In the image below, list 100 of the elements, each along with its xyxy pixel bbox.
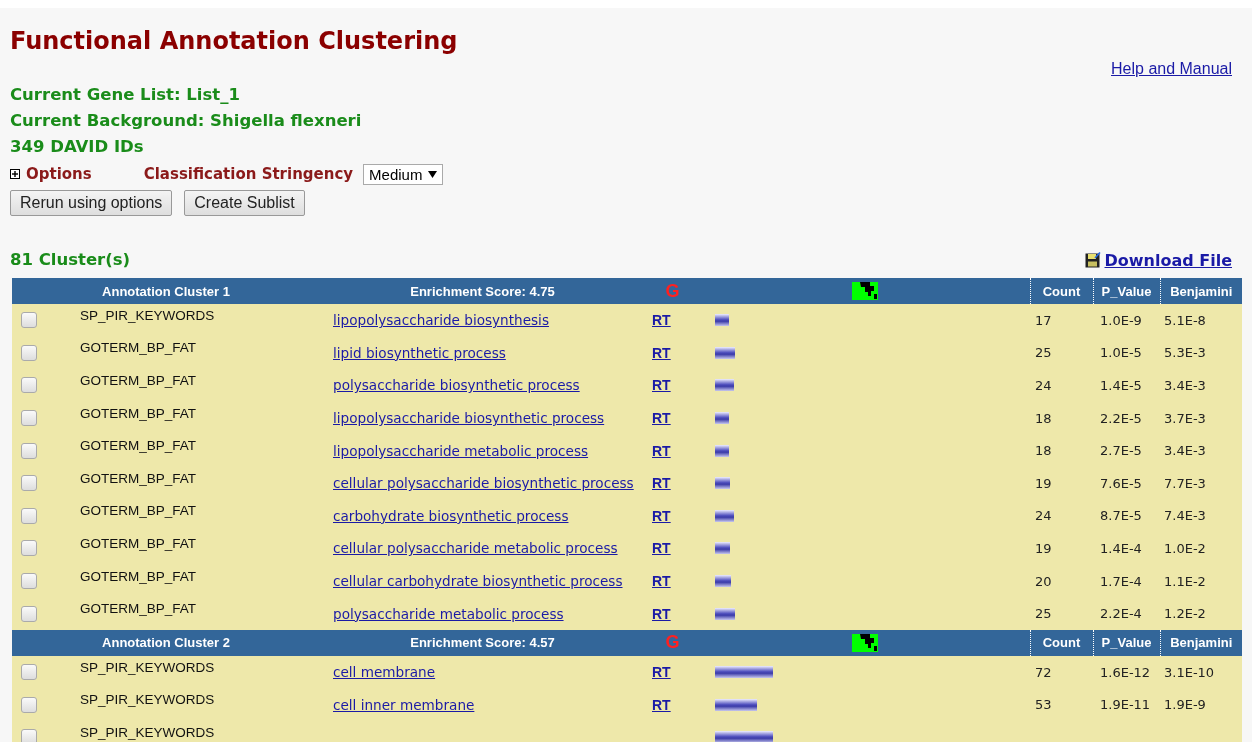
count-value: 18: [1035, 443, 1052, 459]
row-checkbox[interactable]: [21, 312, 37, 329]
category-label: GOTERM_BP_FAT: [80, 373, 197, 388]
rt-link[interactable]: RT: [652, 410, 671, 427]
p-value: 1.0E-9: [1100, 312, 1142, 328]
category-label: SP_PIR_KEYWORDS: [80, 659, 215, 675]
row-checkbox[interactable]: [21, 442, 37, 459]
p-value: 1.4E-4: [1100, 540, 1142, 556]
benjamini-value: 3.1E-10: [1164, 664, 1215, 680]
count-bar: [715, 575, 731, 588]
p-value: 7.6E-5: [1100, 475, 1142, 491]
row-checkbox[interactable]: [21, 573, 37, 590]
count-value: 19: [1035, 540, 1052, 556]
count-value: 17: [1035, 312, 1052, 328]
count-bar: [715, 731, 773, 742]
row-checkbox[interactable]: [21, 475, 37, 492]
row-checkbox[interactable]: [21, 605, 37, 622]
benjamini-value: 5.1E-8: [1164, 312, 1206, 328]
action-button[interactable]: Rerun using options: [10, 190, 173, 216]
row-checkbox[interactable]: [21, 344, 37, 361]
stringency-dropdown[interactable]: Medium: [363, 163, 444, 185]
benjamini-value: 1.9E-9: [1164, 697, 1206, 713]
count-bar: [715, 412, 729, 425]
rt-link[interactable]: RT: [652, 664, 671, 681]
category-label: GOTERM_BP_FAT: [80, 340, 197, 356]
p-value: 1.4E-5: [1100, 378, 1142, 393]
benjamini-value: 7.4E-3: [1164, 508, 1206, 524]
benjamini-value: 1.2E-2: [1164, 606, 1206, 622]
rt-link[interactable]: RT: [652, 540, 671, 557]
count-bar: [715, 444, 729, 457]
column-header: Count: [1042, 635, 1081, 651]
count-value: 53: [1035, 697, 1052, 713]
heatmap-icon[interactable]: [851, 633, 878, 652]
count-bar: [715, 607, 735, 620]
gene-list-label: Current Gene List: List_1: [10, 84, 241, 106]
background-label: Current Background: Shigella flexneri: [10, 110, 363, 132]
p-value: 2.2E-5: [1100, 410, 1142, 426]
category-label: GOTERM_BP_FAT: [80, 568, 197, 584]
benjamini-value: 3.7E-3: [1164, 410, 1206, 426]
action-button[interactable]: Create Sublist: [184, 190, 305, 216]
rt-link[interactable]: RT: [652, 312, 671, 329]
row-checkbox[interactable]: [21, 377, 37, 394]
cluster-count: 81 Cluster(s): [10, 249, 131, 271]
count-bar: [715, 346, 735, 359]
benjamini-value: 5.3E-3: [1164, 345, 1206, 361]
help-link[interactable]: Help and Manual: [1111, 60, 1232, 78]
options-label[interactable]: Options: [26, 165, 92, 183]
p-value: 1.0E-5: [1100, 345, 1142, 361]
benjamini-value: 1.1E-2: [1164, 573, 1206, 589]
row-checkbox[interactable]: [21, 664, 37, 681]
rt-link[interactable]: RT: [652, 475, 671, 492]
row-checkbox[interactable]: [21, 507, 37, 524]
count-value: 20: [1035, 573, 1052, 589]
category-label: GOTERM_BP_FAT: [80, 405, 197, 421]
category-label: GOTERM_BP_FAT: [80, 601, 197, 617]
row-checkbox[interactable]: [21, 729, 37, 742]
term-link[interactable]: cell membrane: [333, 664, 436, 681]
enrichment-score: Enrichment Score: 4.57: [410, 635, 555, 651]
expand-icon[interactable]: [10, 169, 20, 179]
rt-link[interactable]: RT: [652, 605, 671, 622]
column-header: P_Value: [1101, 283, 1152, 299]
enrichment-score: Enrichment Score: 4.75: [410, 283, 555, 299]
row-checkbox[interactable]: [21, 696, 37, 713]
p-value: 2.2E-4: [1100, 606, 1142, 622]
heatmap-icon[interactable]: [851, 282, 878, 300]
column-header: Benjamini: [1170, 283, 1233, 299]
count-bar: [715, 542, 730, 555]
count-value: 19: [1035, 475, 1052, 491]
download-link[interactable]: Download File: [1104, 250, 1232, 270]
count-bar: [715, 314, 729, 327]
page-title: Functional Annotation Clustering: [10, 26, 459, 56]
p-value: 1.7E-4: [1100, 573, 1142, 589]
count-bar: [715, 477, 730, 490]
rt-link[interactable]: RT: [652, 377, 671, 394]
category-label: SP_PIR_KEYWORDS: [80, 307, 215, 323]
benjamini-value: 7.7E-3: [1164, 475, 1206, 491]
category-label: GOTERM_BP_FAT: [80, 535, 197, 551]
column-header: P_Value: [1101, 635, 1152, 651]
p-value: 1.9E-11: [1100, 697, 1151, 713]
count-value: 24: [1035, 508, 1052, 524]
benjamini-value: 3.4E-3: [1164, 443, 1206, 459]
rt-link[interactable]: RT: [652, 507, 671, 524]
row-checkbox[interactable]: [21, 540, 37, 557]
count-bar: [715, 666, 773, 679]
column-header: Count: [1042, 283, 1081, 299]
category-label: GOTERM_BP_FAT: [80, 503, 197, 519]
p-value: 1.6E-12: [1100, 664, 1151, 680]
count-value: 25: [1035, 606, 1052, 622]
category-label: SP_PIR_KEYWORDS: [80, 692, 215, 708]
row-checkbox[interactable]: [21, 410, 37, 427]
rt-link[interactable]: RT: [652, 696, 671, 713]
count-value: 24: [1035, 378, 1052, 393]
count-value: 72: [1035, 664, 1052, 680]
rt-link[interactable]: RT: [652, 344, 671, 361]
id-count: 349 DAVID IDs: [10, 136, 145, 158]
rt-link[interactable]: RT: [652, 442, 671, 459]
benjamini-value: 3.4E-3: [1164, 378, 1206, 393]
p-value: 2.7E-5: [1100, 443, 1142, 459]
rt-link[interactable]: RT: [652, 573, 671, 590]
caret-icon: [428, 170, 438, 178]
